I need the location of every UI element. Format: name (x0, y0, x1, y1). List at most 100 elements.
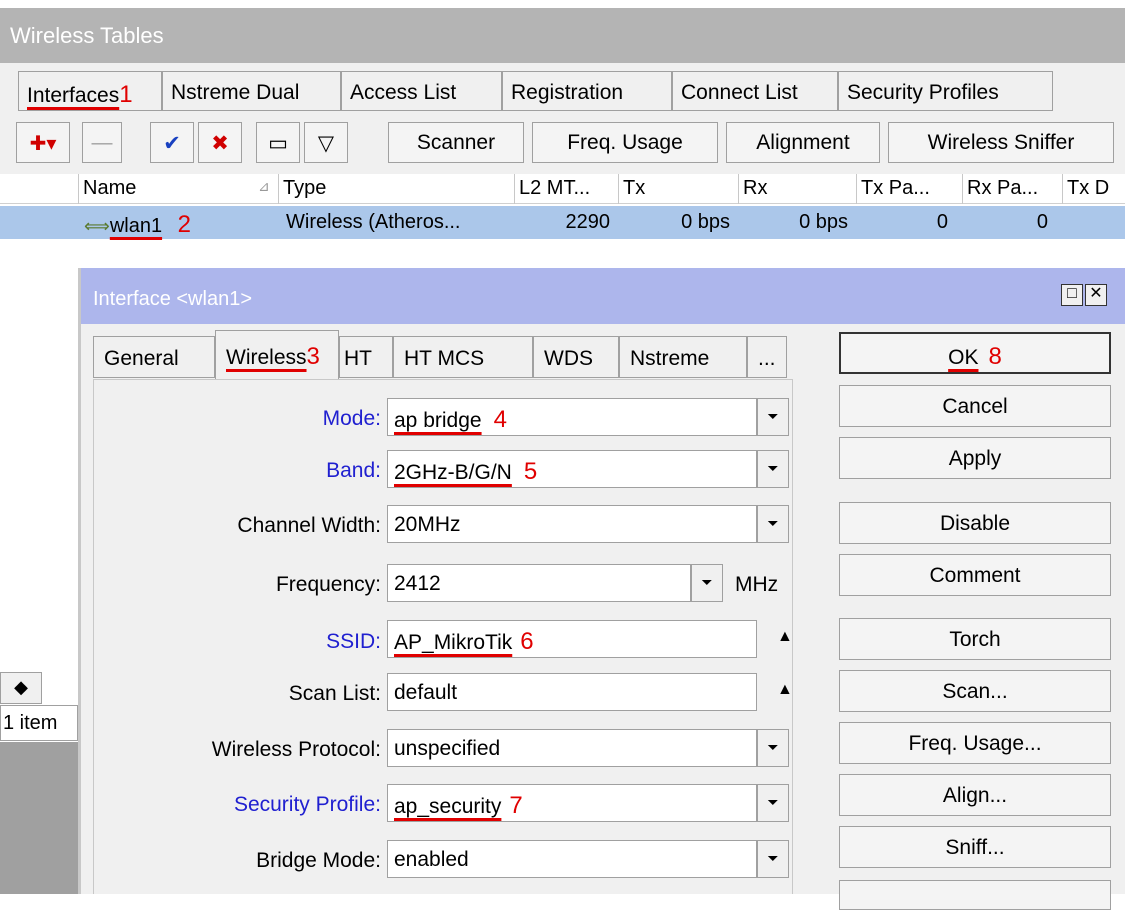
annotation-marker: 4 (493, 406, 507, 433)
torch-button[interactable]: Torch (839, 618, 1111, 660)
column-header-tx-drops[interactable]: Tx D (1062, 174, 1125, 204)
close-icon[interactable]: ✕ (1085, 284, 1107, 306)
column-header-tx-packets[interactable]: Tx Pa... (856, 174, 962, 204)
scanner-button[interactable]: Scanner (388, 122, 524, 163)
band-select[interactable]: 2GHz-B/G/N 5 (387, 450, 757, 488)
tab-access-list[interactable]: Access List (341, 71, 502, 111)
mode-value: ap bridge (394, 409, 482, 432)
security-profile-select[interactable]: ap_security 7 (387, 784, 757, 822)
tab-interfaces[interactable]: Interfaces1 (18, 71, 162, 111)
table-row[interactable]: ⟺wlan1 2 Wireless (Atheros... 2290 0 bps… (0, 206, 1125, 239)
annotation-marker: 1 (119, 81, 133, 108)
ssid-label: SSID: (326, 630, 381, 653)
disable-icon[interactable]: ✖ (198, 122, 242, 163)
cell-l2mtu: 2290 (565, 211, 611, 233)
filter-icon[interactable]: ▽ (304, 122, 348, 163)
background-area (0, 742, 78, 894)
wireless-protocol-select[interactable]: unspecified (387, 729, 757, 767)
tab-connect-list[interactable]: Connect List (672, 71, 838, 111)
annotation-marker: 8 (988, 343, 1002, 370)
cancel-button[interactable]: Cancel (839, 385, 1111, 427)
collapse-up-icon[interactable]: ▲ (777, 681, 793, 699)
cell-tx: 0 bps (681, 211, 730, 233)
sniff-button[interactable]: Sniff... (839, 826, 1111, 868)
chevron-down-icon[interactable]: ⏷ (757, 729, 789, 767)
enable-icon[interactable]: ✔ (150, 122, 194, 163)
ssid-value: AP_MikroTik (394, 631, 513, 654)
add-icon[interactable]: ✚▾ (16, 122, 70, 163)
chevron-down-icon[interactable]: ⏷ (757, 505, 789, 543)
tab-wireless[interactable]: Wireless3 (215, 330, 339, 380)
sort-icon: ⊿ (258, 178, 270, 194)
column-label: Name (83, 177, 137, 199)
mode-select[interactable]: ap bridge 4 (387, 398, 757, 436)
freq-usage-dialog-button[interactable]: Freq. Usage... (839, 722, 1111, 764)
frequency-select[interactable]: 2412 (387, 564, 691, 602)
disable-button[interactable]: Disable (839, 502, 1111, 544)
tab-general[interactable]: General (93, 336, 215, 378)
remove-icon[interactable]: — (82, 122, 122, 163)
apply-button[interactable]: Apply (839, 437, 1111, 479)
tab-label: Interfaces (27, 84, 120, 107)
annotation-marker: 2 (177, 211, 191, 238)
frequency-unit: MHz (735, 573, 779, 596)
chevron-down-icon[interactable]: ⏷ (691, 564, 723, 602)
wireless-interface-icon: ⟺ (84, 216, 110, 236)
scan-list-input[interactable]: default (387, 673, 757, 711)
chevron-down-icon[interactable]: ⏷ (757, 784, 789, 822)
comment-icon[interactable]: ▭ (256, 122, 300, 163)
tab-more[interactable]: ... (747, 336, 787, 378)
collapse-up-icon[interactable]: ▲ (777, 628, 793, 646)
maximize-icon[interactable]: □ (1061, 284, 1083, 306)
column-header-l2mtu[interactable]: L2 MT... (514, 174, 618, 204)
scan-button[interactable]: Scan... (839, 670, 1111, 712)
window-title: Wireless Tables (0, 8, 1125, 63)
band-value: 2GHz-B/G/N (394, 461, 512, 484)
chevron-down-icon[interactable]: ⏷ (757, 450, 789, 488)
tab-nstreme-dual[interactable]: Nstreme Dual (162, 71, 341, 111)
snooper-button[interactable] (839, 880, 1111, 910)
wireless-sniffer-button[interactable]: Wireless Sniffer (888, 122, 1114, 163)
mode-label: Mode: (322, 407, 381, 430)
chevron-down-icon[interactable]: ⏷ (757, 398, 789, 436)
button-label: OK (948, 346, 979, 369)
scroll-left-icon[interactable]: ◆ (0, 672, 42, 704)
column-header-rx[interactable]: Rx (738, 174, 856, 204)
wireless-protocol-label: Wireless Protocol: (211, 738, 381, 761)
status-bar: 1 item (0, 705, 78, 741)
column-header-name[interactable]: Name (78, 174, 278, 204)
dialog-title: Interface <wlan1> (81, 268, 1125, 324)
interface-dialog: Interface <wlan1> □ ✕ General Wireless3 … (78, 268, 1125, 910)
annotation-marker: 6 (520, 628, 534, 655)
column-header-tx[interactable]: Tx (618, 174, 738, 204)
toolbar: ✚▾ — ✔ ✖ ▭ ▽ Scanner Freq. Usage Alignme… (0, 117, 1125, 174)
column-header-rx-packets[interactable]: Rx Pa... (962, 174, 1062, 204)
channel-width-select[interactable]: 20MHz (387, 505, 757, 543)
annotation-marker: 3 (306, 343, 320, 370)
security-profile-value: ap_security (394, 795, 502, 818)
chevron-down-icon[interactable]: ⏷ (757, 840, 789, 878)
tab-wds[interactable]: WDS (533, 336, 619, 378)
ok-button[interactable]: OK 8 (839, 332, 1111, 374)
tab-ht[interactable]: HT (339, 336, 393, 378)
tab-security-profiles[interactable]: Security Profiles (838, 71, 1053, 111)
alignment-button[interactable]: Alignment (726, 122, 880, 163)
tab-bar: Interfaces1 Nstreme Dual Access List Reg… (0, 63, 1125, 117)
frequency-label: Frequency: (275, 573, 381, 596)
tab-ht-mcs[interactable]: HT MCS (393, 336, 533, 378)
cell-rx: 0 bps (799, 211, 848, 233)
annotation-marker: 5 (523, 458, 538, 485)
channel-width-label: Channel Width: (237, 514, 381, 537)
column-header-type[interactable]: Type (278, 174, 514, 204)
align-button[interactable]: Align... (839, 774, 1111, 816)
freq-usage-button[interactable]: Freq. Usage (532, 122, 718, 163)
annotation-marker: 7 (509, 792, 523, 819)
comment-button[interactable]: Comment (839, 554, 1111, 596)
interface-name: wlan1 (109, 215, 163, 237)
bridge-mode-select[interactable]: enabled (387, 840, 757, 878)
cell-name: ⟺wlan1 2 (80, 206, 280, 239)
cell-tx-packets: 0 (936, 211, 948, 233)
ssid-input[interactable]: AP_MikroTik 6 (387, 620, 757, 658)
tab-nstreme[interactable]: Nstreme (619, 336, 747, 378)
tab-registration[interactable]: Registration (502, 71, 672, 111)
